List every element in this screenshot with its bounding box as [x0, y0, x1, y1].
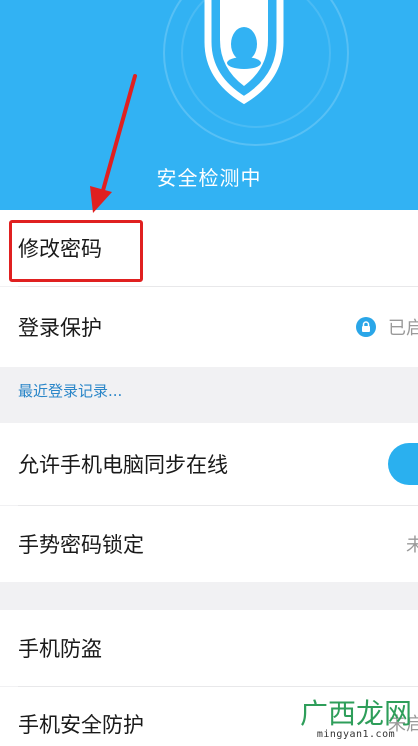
watermark-brand: 广西龙网 [299, 697, 412, 730]
watermark-url: mingyan1.com [316, 729, 396, 740]
watermark: 广西龙网 mingyan1.com [299, 697, 412, 741]
annotation-arrow [90, 74, 137, 213]
